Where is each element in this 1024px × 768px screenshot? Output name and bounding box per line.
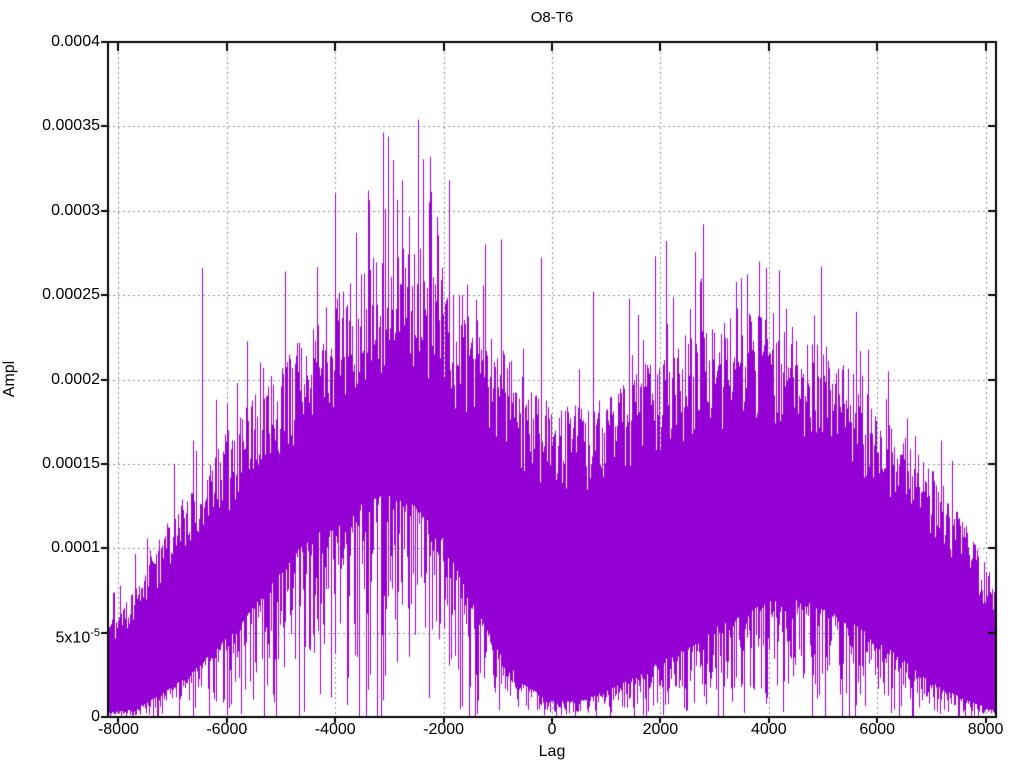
x-tick-label: -4000 (314, 721, 356, 738)
x-tick-label: 2000 (642, 721, 679, 738)
x-tick-label: -2000 (423, 721, 465, 738)
x-tick-label: -8000 (97, 721, 139, 738)
y-tick-label: 0.00035 (42, 117, 100, 135)
y-tick-label: 0.00025 (42, 286, 100, 304)
y-tick-label: 5x10-5 (55, 626, 100, 646)
x-tick-label: 0 (547, 721, 557, 738)
x-tick-label: 6000 (859, 721, 895, 738)
y-tick-label: 0.0001 (51, 539, 100, 557)
x-tick-label: -6000 (206, 721, 248, 738)
x-tick-label: 4000 (751, 721, 787, 738)
gnuplot-chart: O8-T6 Lag Ampl 0 5x10-5 0.0001 0.00015 0.000… (0, 0, 1024, 768)
y-tick-label: 0.00015 (42, 454, 100, 472)
y-tick-label: 0.0004 (51, 33, 100, 50)
x-tick-label: 8000 (967, 721, 1004, 738)
y-tick-label: 0 (91, 708, 100, 725)
y-tick-label: 0.0003 (51, 201, 100, 219)
y-tick-label: 0.0002 (51, 370, 100, 388)
chart-title: O8-T6 (530, 9, 574, 26)
plot-canvas (0, 0, 1024, 768)
x-axis-label: Lag (538, 743, 566, 760)
